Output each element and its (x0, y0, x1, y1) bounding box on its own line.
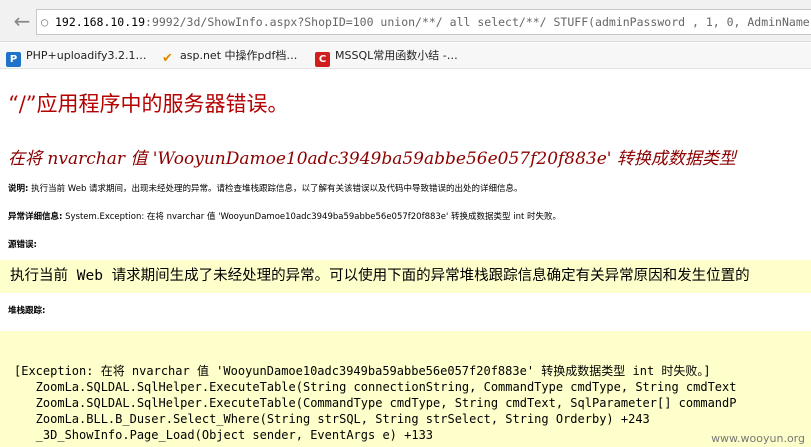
url-path: :9992/3d/ShowInfo.aspx?ShopID=100 union/… (145, 15, 811, 29)
stack-trace-line: ZoomLa.BLL.B_Duser.Select_Where(String s… (14, 412, 650, 426)
stack-trace-line: _3D_ShowInfo.Page_Load(Object sender, Ev… (14, 428, 434, 442)
bookmark-mssql[interactable]: C MSSQL常用函数小结 -… (315, 47, 458, 67)
exception-line: 异常详细信息: System.Exception: 在将 nvarchar 值 … (8, 210, 561, 222)
back-arrow-icon[interactable]: ← (10, 10, 34, 34)
stack-trace-line: ZoomLa.SQLDAL.SqlHelper.ExecuteTable(Com… (14, 396, 737, 410)
error-page: “/”应用程序中的服务器错误。 在将 nvarchar 值 'WooyunDam… (0, 70, 811, 447)
source-error-box: 执行当前 Web 请求期间生成了未经处理的异常。可以使用下面的异常堆栈跟踪信息确… (0, 260, 811, 293)
source-error-text: 执行当前 Web 请求期间生成了未经处理的异常。可以使用下面的异常堆栈跟踪信息确… (10, 268, 750, 284)
source-error-label: 源错误: (8, 240, 37, 250)
exception-text: System.Exception: 在将 nvarchar 值 'WooyunD… (65, 212, 562, 222)
watermark: www.wooyun.org (711, 432, 805, 445)
bookmark-label: asp.net 中操作pdf档… (180, 49, 298, 62)
exception-label: 异常详细信息: (8, 212, 63, 222)
stack-trace-label: 堆栈跟踪: (8, 306, 46, 316)
bookmark-aspnet-pdf[interactable]: ✔ asp.net 中操作pdf档… (160, 47, 298, 66)
url-host: 192.168.10.19 (55, 15, 146, 29)
bookmarks-bar: P PHP+uploadify3.2.1… ✔ asp.net 中操作pdf档… C… (0, 43, 811, 69)
bookmark-label: MSSQL常用函数小结 -… (335, 49, 458, 62)
bookmark-label: PHP+uploadify3.2.1… (26, 49, 147, 62)
error-subtitle: 在将 nvarchar 值 'WooyunDamoe10adc3949ba59a… (8, 149, 736, 169)
uploadify-favicon-icon: P (6, 52, 21, 67)
page-title: “/”应用程序中的服务器错误。 (8, 92, 289, 116)
csdn-favicon-icon: C (315, 52, 330, 67)
checkmark-favicon-icon: ✔ (162, 51, 173, 66)
stack-trace-line: [Exception: 在将 nvarchar 值 'WooyunDamoe10… (14, 364, 711, 378)
stack-trace-line: ZoomLa.SQLDAL.SqlHelper.ExecuteTable(Str… (14, 380, 737, 394)
page-icon: ○ (41, 15, 49, 29)
url-input[interactable]: ○ 192.168.10.19:9992/3d/ShowInfo.aspx?Sho… (36, 9, 811, 35)
stack-trace-box: [Exception: 在将 nvarchar 值 'WooyunDamoe10… (0, 331, 811, 447)
address-bar: ← ○ 192.168.10.19:9992/3d/ShowInfo.aspx?S… (0, 0, 811, 42)
bookmark-uploadify[interactable]: P PHP+uploadify3.2.1… (6, 47, 147, 67)
description-line: 说明: 执行当前 Web 请求期间，出现未经处理的异常。请检查堆栈跟踪信息，以了… (8, 182, 523, 194)
description-text: 执行当前 Web 请求期间，出现未经处理的异常。请检查堆栈跟踪信息，以了解有关该… (31, 184, 523, 194)
description-label: 说明: (8, 184, 29, 194)
